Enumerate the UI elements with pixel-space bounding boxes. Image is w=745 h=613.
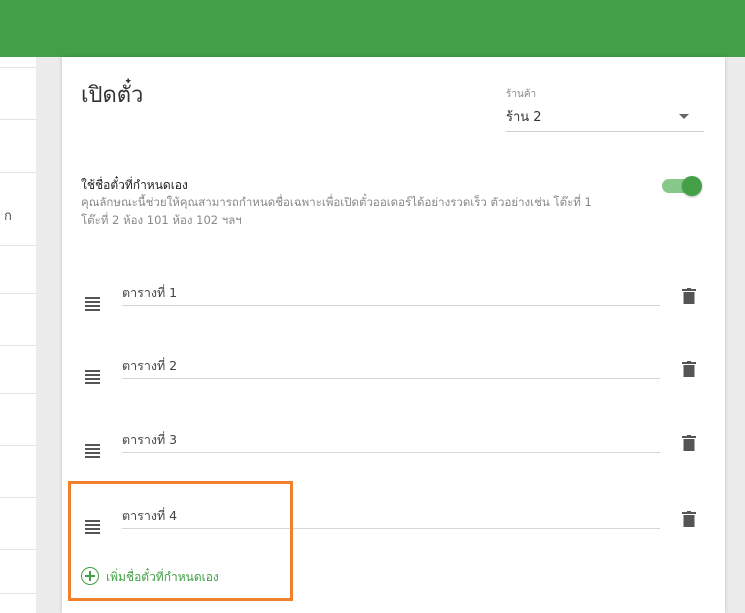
left-divider [0,172,36,173]
input-underline [122,305,660,306]
left-divider [0,345,36,346]
table-name-input[interactable]: ตารางที่ 1 [122,283,177,303]
store-select-value[interactable]: ร้าน 2 [506,106,542,127]
dropdown-arrow-icon[interactable] [679,114,689,119]
input-underline [122,452,660,453]
trash-icon[interactable] [682,511,696,527]
table-name-input[interactable]: ตารางที่ 2 [122,356,177,376]
background-gap [36,57,62,613]
drag-handle-icon[interactable] [85,297,100,311]
left-divider [0,593,36,594]
toggle-knob[interactable] [682,176,702,196]
table-row: ตารางที่ 3 [62,430,725,470]
left-panel [0,57,36,613]
drag-handle-icon[interactable] [85,370,100,384]
highlight-box [68,481,293,601]
custom-names-description: คุณลักษณะนี้ช่วยให้คุณสามารถกำหนดชื่อเฉพ… [81,195,592,227]
trash-icon[interactable] [682,288,696,304]
table-name-input[interactable]: ตารางที่ 3 [122,430,177,450]
left-divider [0,445,36,446]
background-strip [725,57,745,613]
table-row: ตารางที่ 1 [62,283,725,323]
store-select-label: ร้านค้า [506,89,537,100]
store-select-underline [506,131,704,132]
page-title: เปิดตั๋ว [81,83,144,108]
left-divider [0,393,36,394]
left-divider [0,119,36,120]
trash-icon[interactable] [682,435,696,451]
left-panel-truncated-text: ก [4,209,12,224]
trash-icon[interactable] [682,361,696,377]
top-app-bar [0,0,745,57]
left-divider [0,67,36,68]
input-underline [122,378,660,379]
left-divider [0,293,36,294]
table-row: ตารางที่ 2 [62,356,725,396]
left-divider [0,549,36,550]
left-divider [0,245,36,246]
drag-handle-icon[interactable] [85,444,100,458]
left-divider [0,497,36,498]
